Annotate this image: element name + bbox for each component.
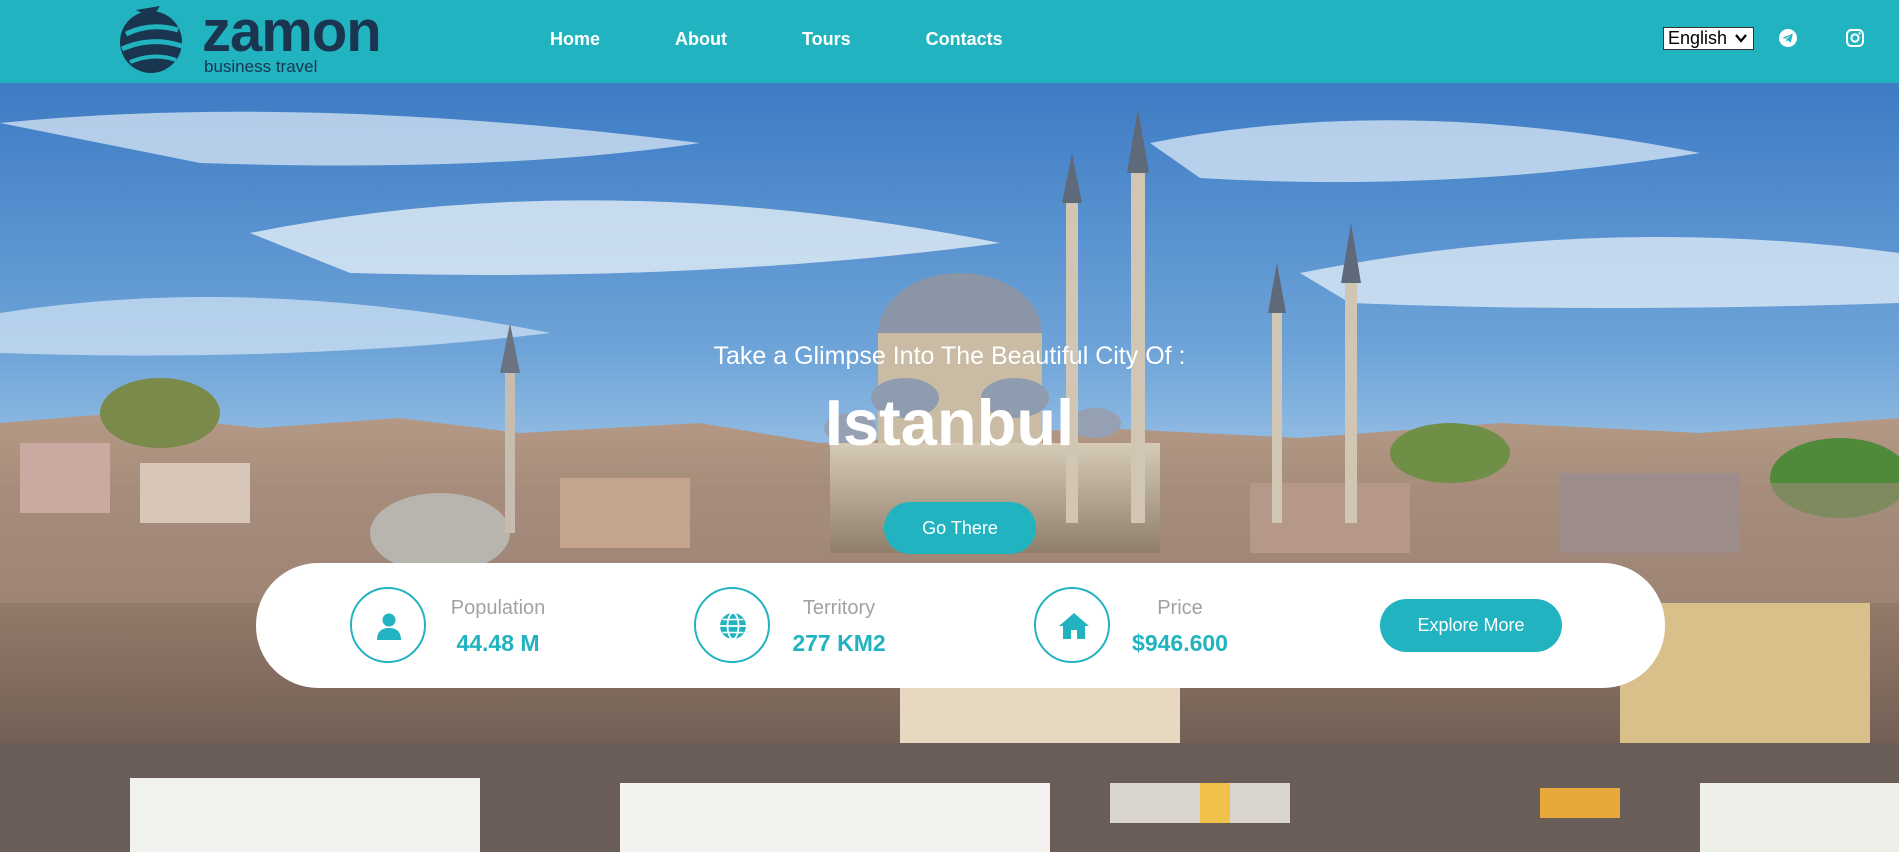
territory-value: 277 KM2 <box>792 630 886 656</box>
price-label: Price <box>1157 597 1203 619</box>
chevron-down-icon <box>1735 34 1747 43</box>
nav-home[interactable]: Home <box>550 28 600 50</box>
nav-tours[interactable]: Tours <box>802 28 851 50</box>
home-icon <box>1059 613 1089 639</box>
population-value: 44.48 M <box>456 630 540 656</box>
city-info-card: Population 44.48 M Territory 277 KM2 Pri… <box>256 563 1665 688</box>
go-there-button[interactable]: Go There <box>884 502 1036 554</box>
brand-name: zamon <box>202 0 382 64</box>
language-select[interactable]: English <box>1663 27 1754 50</box>
logo[interactable]: zamon business travel <box>116 0 396 78</box>
globe-icon <box>720 612 746 640</box>
language-selected: English <box>1668 28 1728 48</box>
price-value: $946.600 <box>1132 630 1228 656</box>
telegram-icon[interactable] <box>1778 28 1798 48</box>
population-label: Population <box>450 597 546 619</box>
user-icon <box>377 613 401 640</box>
globe-logo-icon <box>120 6 183 73</box>
nav-contacts[interactable]: Contacts <box>926 28 1003 50</box>
brand-tagline: business travel <box>204 57 318 76</box>
territory-label: Territory <box>802 597 876 619</box>
hero-subtitle: Take a Glimpse Into The Beautiful City O… <box>713 342 1186 370</box>
population-stat-circle <box>350 587 426 663</box>
hero-title: Istanbul <box>824 386 1075 459</box>
territory-stat-circle <box>694 587 770 663</box>
instagram-icon[interactable] <box>1845 28 1865 48</box>
price-stat-circle <box>1034 587 1110 663</box>
main-nav: Home About Tours Contacts <box>550 28 1078 50</box>
site-header: zamon business travel Home About Tours C… <box>0 0 1899 83</box>
hero-banner: Take a Glimpse Into The Beautiful City O… <box>0 83 1899 852</box>
nav-about[interactable]: About <box>675 28 727 50</box>
istanbul-cityscape-image <box>0 83 1899 852</box>
explore-more-button[interactable]: Explore More <box>1380 599 1562 652</box>
